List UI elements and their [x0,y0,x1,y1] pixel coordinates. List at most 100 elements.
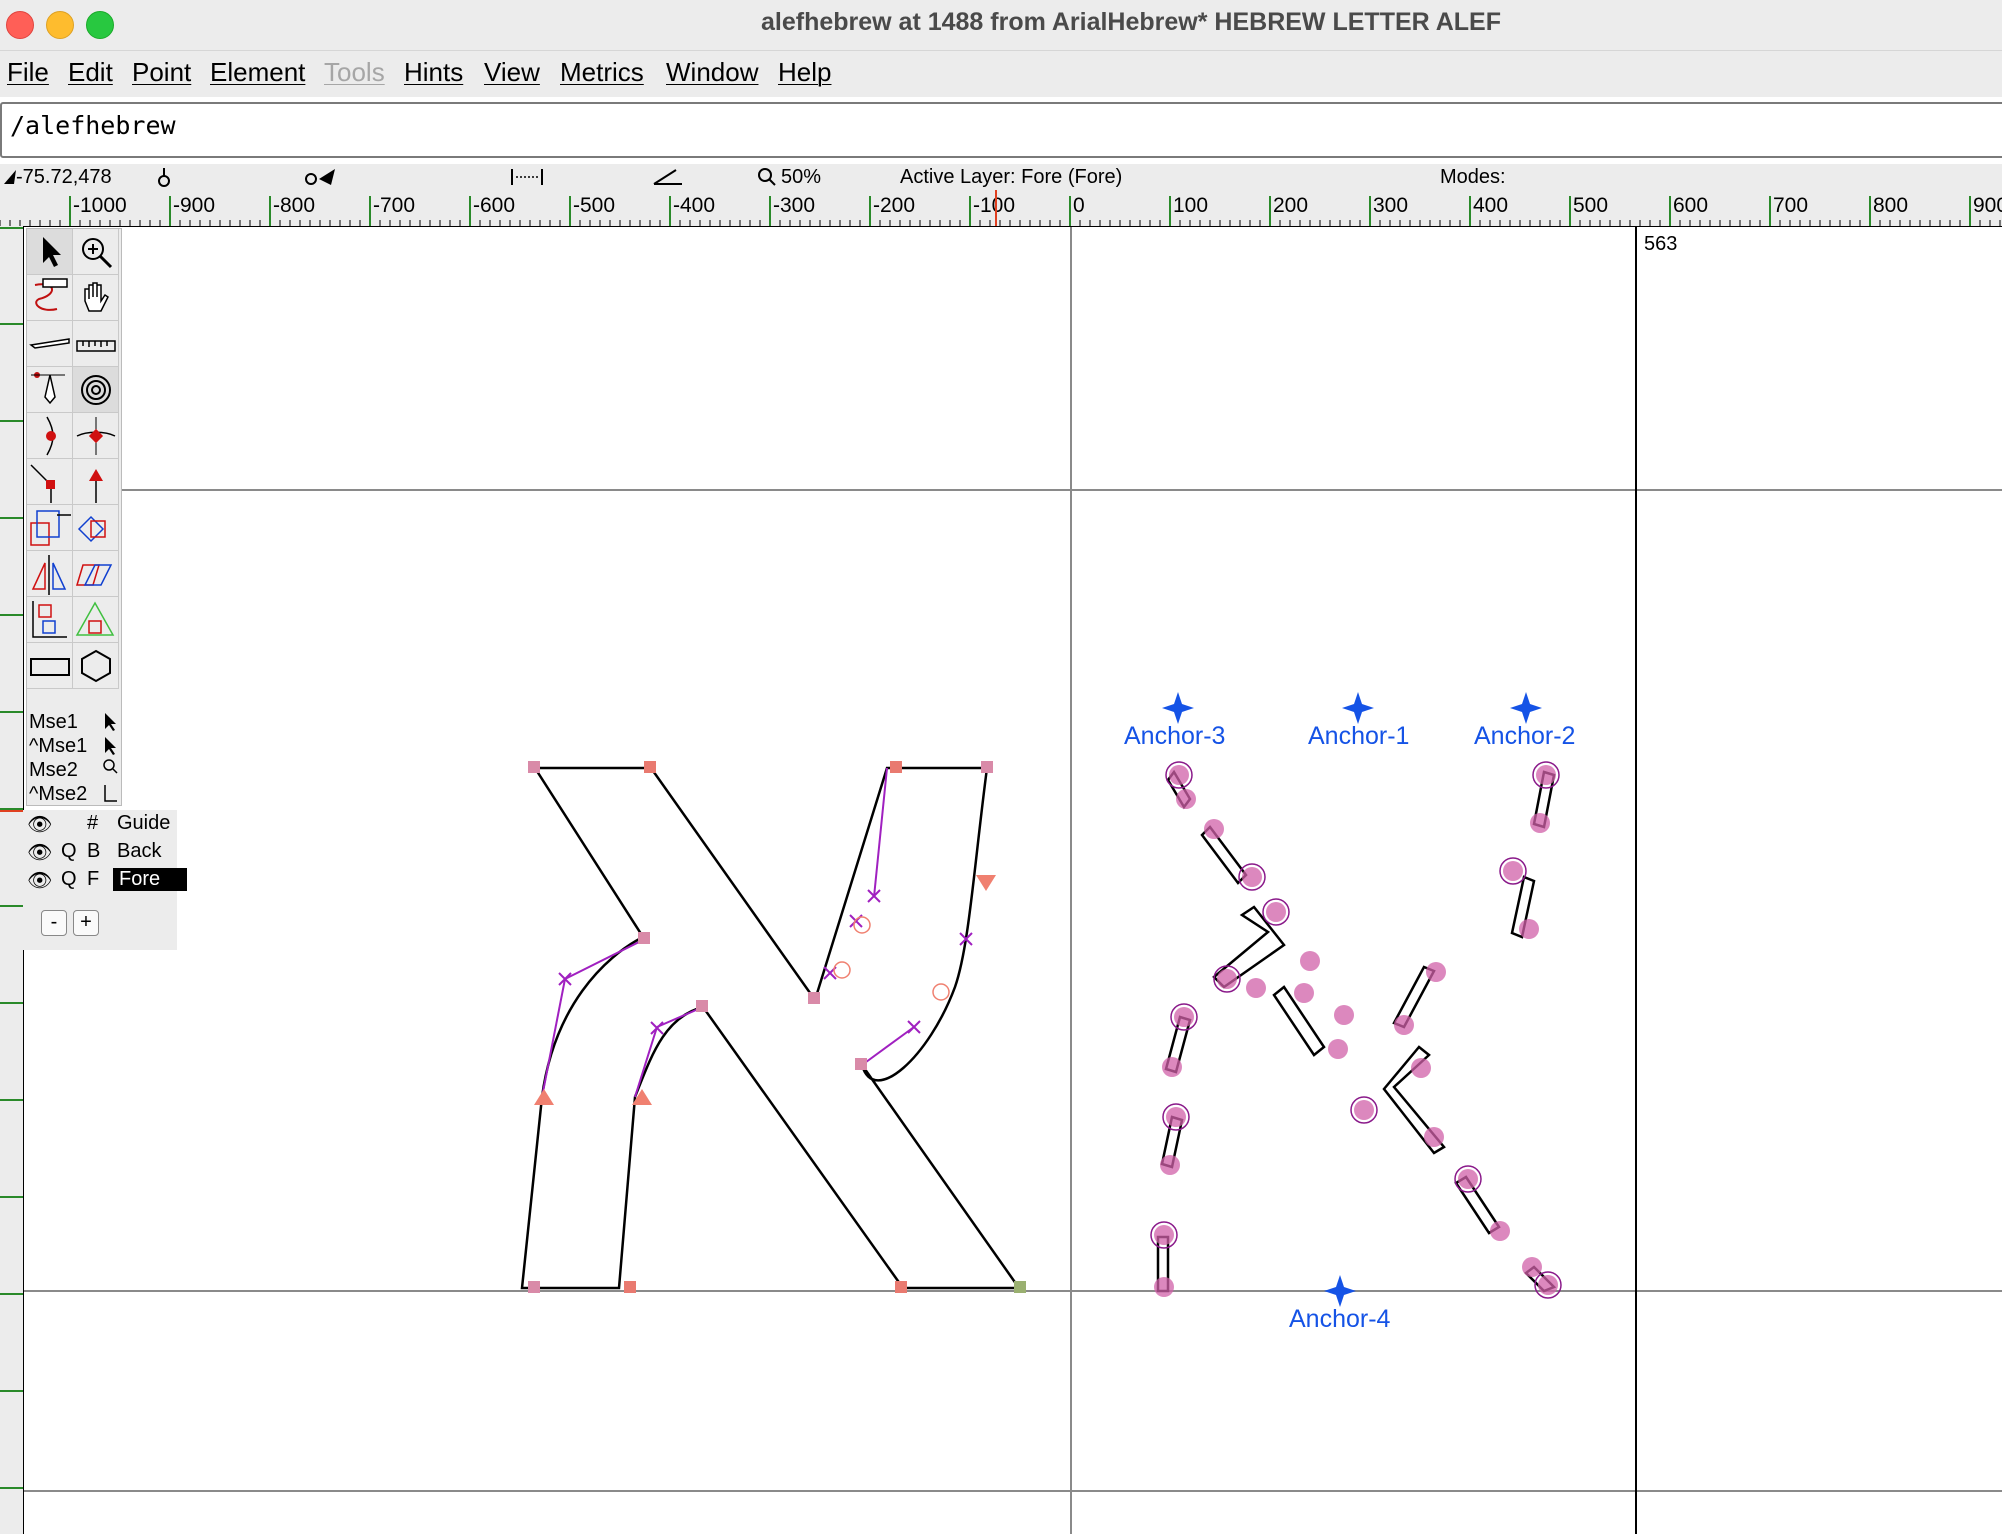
info-bar: -75.72,478 50% Active Layer: Fore (Fore)… [0,164,2002,190]
glyph-canvas[interactable]: 563 Anchor-3 Anchor-1 Anchor-2 Anchor-4 [24,227,2002,1534]
glyph-name-input[interactable]: /alefhebrew [0,102,2002,158]
anchor-3-label: Anchor-3 [1124,722,1225,750]
menu-point[interactable]: Point [132,57,191,88]
mouse-binding-2: Mse2 [29,759,78,781]
menu-edit[interactable]: Edit [68,57,113,88]
perspective-tool[interactable] [73,597,119,643]
knife-icon [29,338,70,349]
anchor-4-label: Anchor-4 [1289,1305,1391,1333]
ruler-label: 200 [1273,194,1308,217]
layers-panel: 👁 # Guide 👁 Q B Back 👁 Q F Fore - + [23,810,187,950]
polygon-icon [81,649,111,683]
layer-row-fore[interactable]: 👁 Q F Fore [23,866,187,894]
layer-quadratic-flag: Q [61,840,77,862]
zoom-level: 50% [781,166,822,188]
layer-row-guide[interactable]: 👁 # Guide [23,810,177,838]
anchor-4-marker [1324,1275,1356,1307]
anchor-points[interactable] [1162,692,1542,1307]
ruler-label: -700 [373,194,415,217]
freehand-tool[interactable] [27,275,73,321]
menu-tools[interactable]: Tools [324,57,385,88]
layer-name[interactable]: Guide [117,812,170,835]
ruler-label: -500 [573,194,615,217]
add-layer-button[interactable]: + [73,910,99,936]
knife-tool[interactable] [27,321,73,367]
magnify-tool[interactable] [73,229,119,275]
glyph-outline-right-b[interactable] [1156,770,1557,1293]
menu-file[interactable]: File [7,57,49,88]
scale-icon [30,510,71,546]
eye-icon[interactable]: 👁 [27,840,52,865]
menu-metrics[interactable]: Metrics [560,57,644,88]
layer-name[interactable]: Back [117,840,161,863]
horizontal-ruler[interactable]: -1000 -900 -800 -700 -600 -500 -400 -300 -200 -10… [0,190,2002,227]
scale-tool[interactable] [27,505,73,551]
eye-icon[interactable]: 👁 [27,868,52,893]
ruler-label: -900 [173,194,215,217]
ruler-label: 800 [1873,194,1908,217]
layer-name-active[interactable]: Fore [113,868,187,891]
rotate-tool[interactable] [73,505,119,551]
ruler-label: 0 [1073,194,1085,217]
skew-tool[interactable] [73,551,119,597]
vertical-ruler[interactable] [0,226,24,1534]
polygon-tool[interactable] [73,643,119,689]
relative-distance-icon [305,169,335,185]
mouse-binding-icons [103,713,118,802]
menu-element[interactable]: Element [210,57,305,88]
point-position-icon [158,168,170,187]
menu-help[interactable]: Help [778,57,831,88]
on-curve-points-left[interactable] [528,761,1026,1293]
ruler-label: -100 [973,194,1015,217]
mouse-binding-ctrl-1: ^Mse1 [29,735,88,757]
add-tangent-point-tool[interactable] [73,459,119,505]
ruler-label: 900 [1973,194,2002,217]
menu-window[interactable]: Window [666,57,758,88]
rectangle-tool[interactable] [27,643,73,689]
mouse-binding-1: Mse1 [29,711,78,733]
tangent-point-icon [89,469,103,503]
window-title: alefhebrew at 1488 from ArialHebrew* HEB… [761,8,1501,36]
ruler-tool[interactable] [73,321,119,367]
add-hv-curve-point-tool[interactable] [73,413,119,459]
flip-tool[interactable] [27,551,73,597]
spiro-tool[interactable] [73,367,119,413]
mouse-binding-ctrl-2: ^Mse2 [29,783,88,805]
layer-row-back[interactable]: 👁 Q B Back [23,838,177,866]
ruler-label: -400 [673,194,715,217]
angle-icon [653,169,682,185]
menu-hints[interactable]: Hints [404,57,463,88]
flip-icon [31,555,67,595]
vertical-ruler-ticks [0,227,23,1489]
add-curve-point-tool[interactable] [27,413,73,459]
control-point-marks-left [558,889,973,1035]
tool-palette: Mse1 ^Mse1 Mse2 ^Mse2 [26,228,122,806]
skeleton-point-clusters [1150,761,1562,1299]
remove-layer-button[interactable]: - [41,910,67,936]
layer-key: B [87,840,101,862]
scroll-hand-tool[interactable] [73,275,119,321]
ruler-label: 500 [1573,194,1608,217]
hv-curve-point-icon [76,417,116,455]
anchor-2-label: Anchor-2 [1474,722,1575,750]
ruler-label: 300 [1373,194,1408,217]
ruler-label: -800 [273,194,315,217]
curve-point-icon [46,416,56,456]
pointer-tool[interactable] [27,229,73,275]
pointer-arrow-icon [43,237,61,267]
distance-icon [511,169,543,185]
anchor-3-marker [1162,692,1194,724]
glyph-outline-left[interactable] [520,766,1022,1290]
pen-tool[interactable] [27,367,73,413]
eye-icon[interactable]: 👁 [27,812,52,837]
menu-view[interactable]: View [484,57,540,88]
zoom-level-icon [758,168,776,186]
menu-bar: File Edit Point Element Tools Hints View… [0,51,2002,97]
anchor-2-marker [1510,692,1542,724]
ruler-label: -200 [873,194,915,217]
glyph-outline-view[interactable]: 563 Anchor-3 Anchor-1 Anchor-2 Anchor-4 [24,227,2002,1534]
spiral-icon [81,375,111,405]
ruler-label: -300 [773,194,815,217]
3d-rotate-tool[interactable] [27,597,73,643]
add-corner-point-tool[interactable] [27,459,73,505]
